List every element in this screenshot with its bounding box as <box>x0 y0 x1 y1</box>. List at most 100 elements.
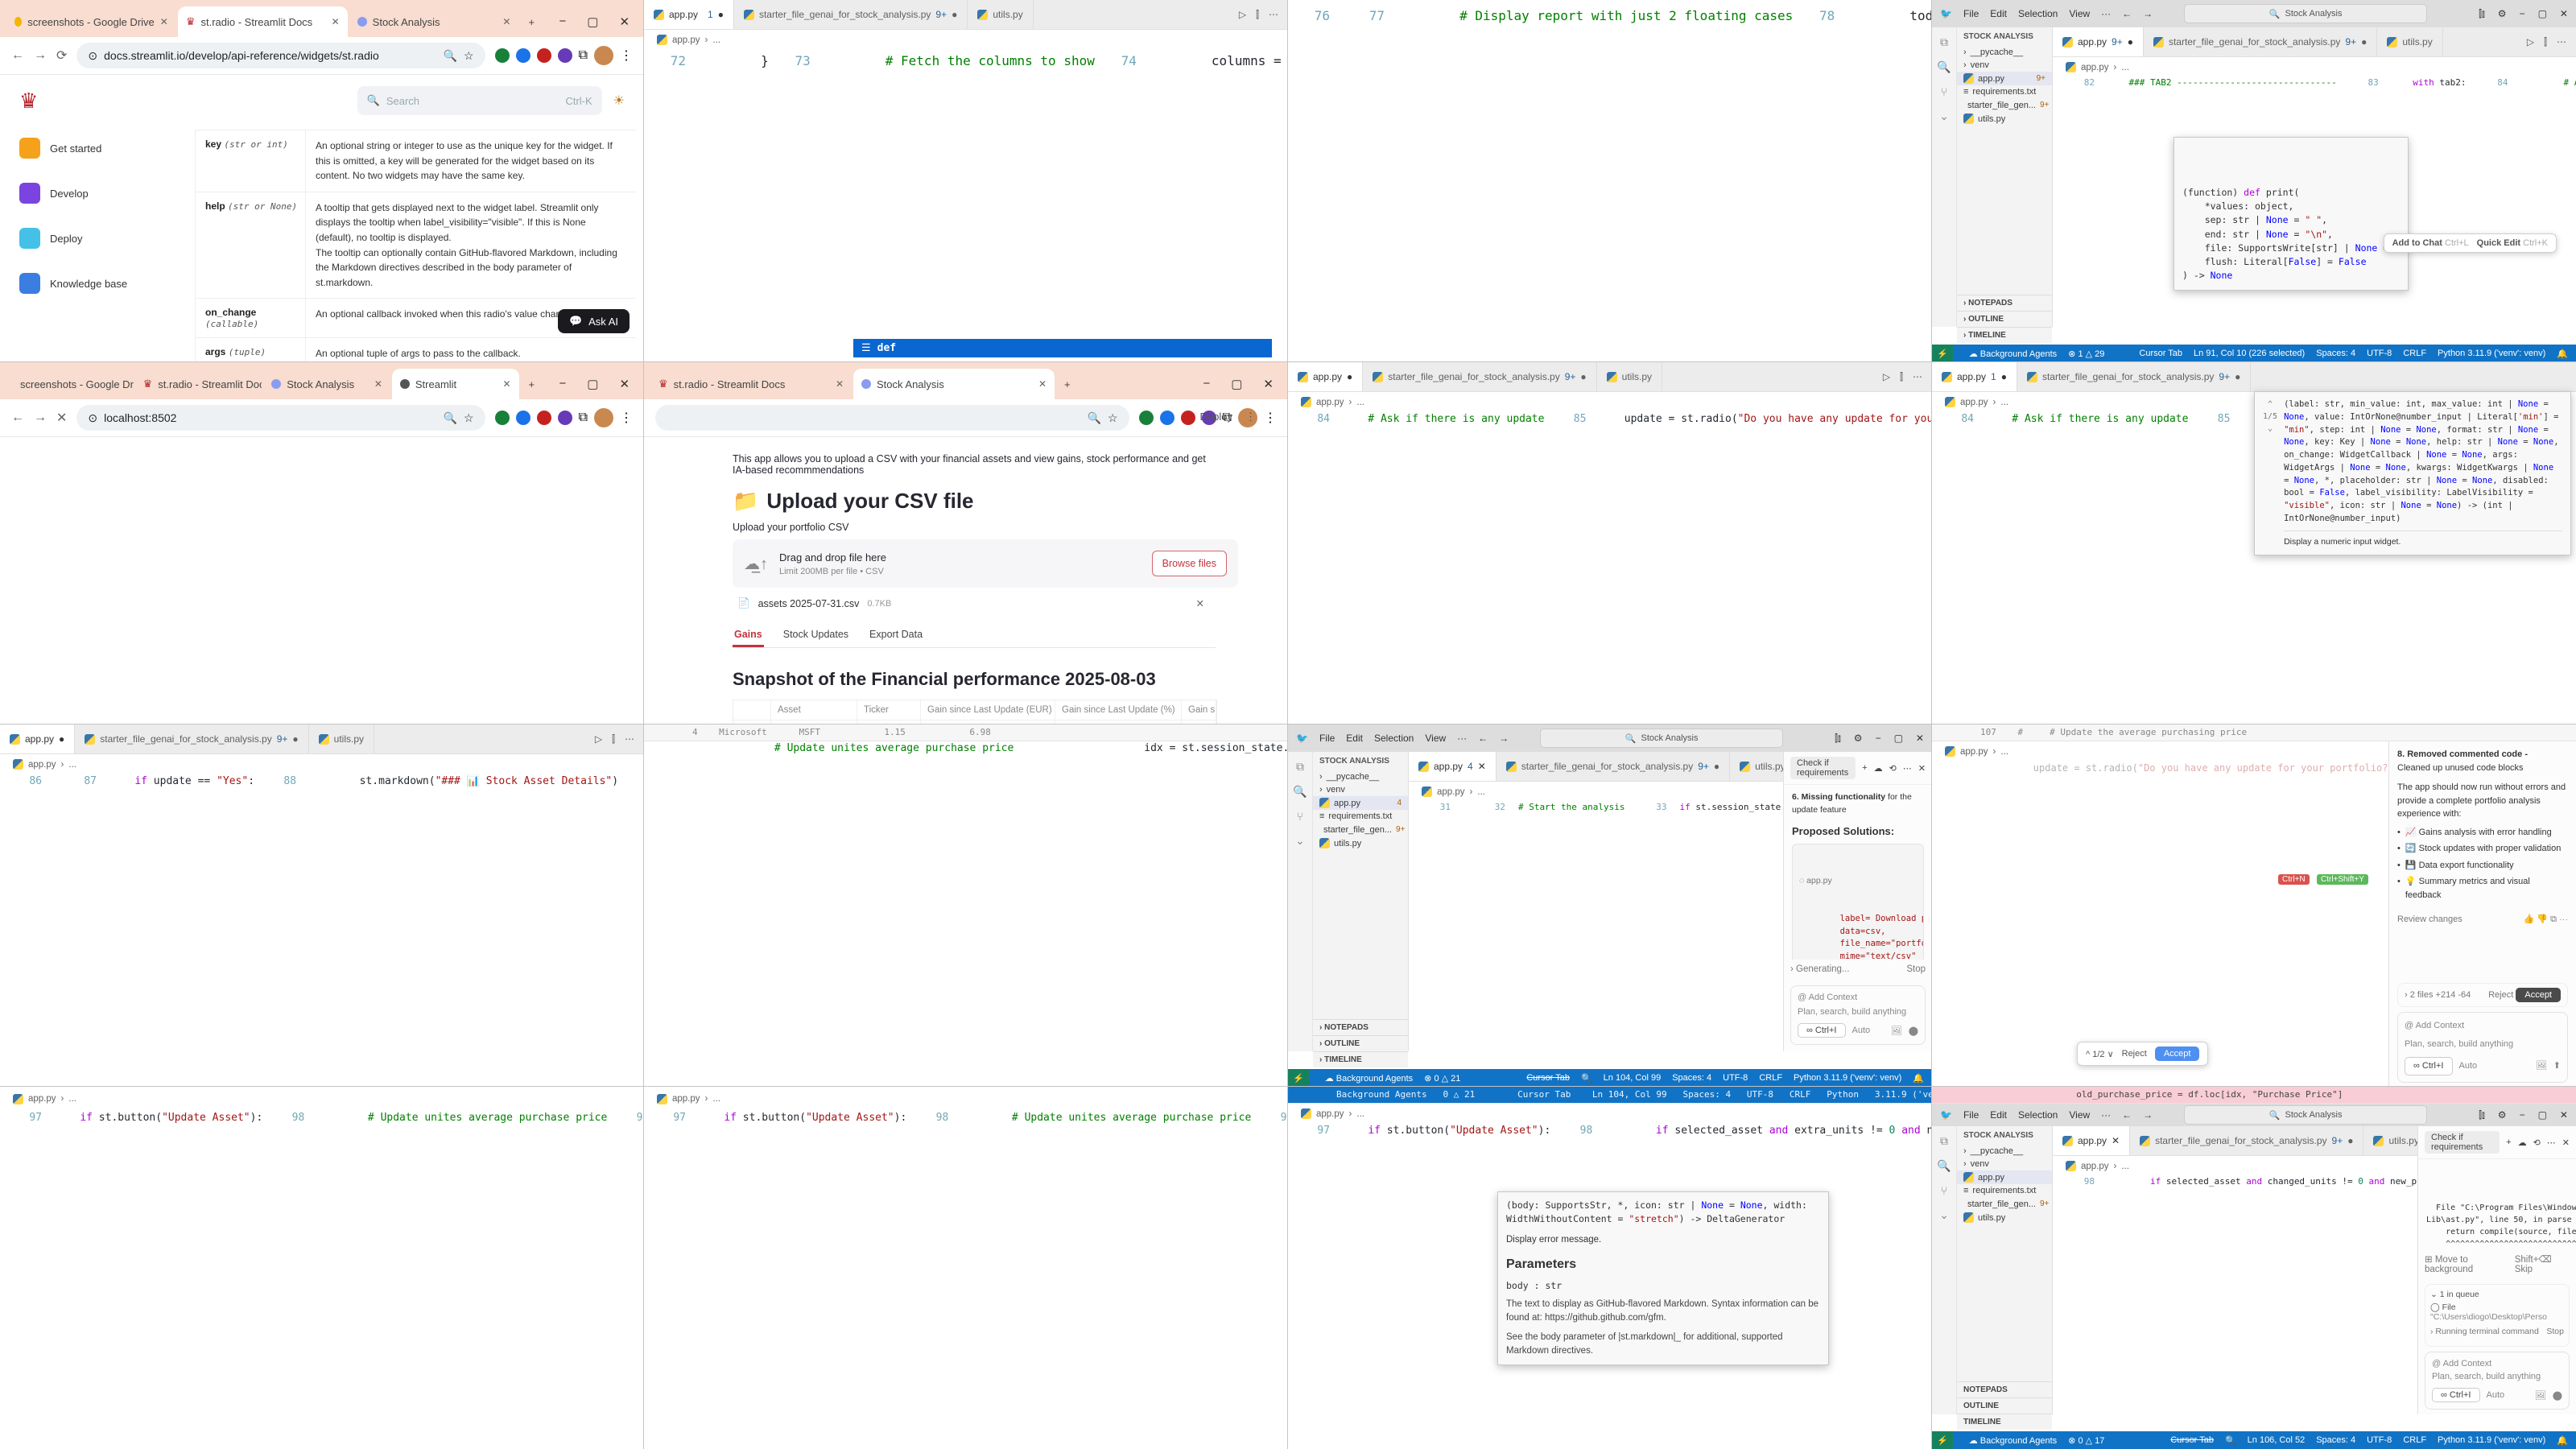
close-icon[interactable]: ✕ <box>619 377 630 391</box>
tab-stock-updates[interactable]: Stock Updates <box>782 624 850 647</box>
tab-starter-file[interactable]: starter_file_genai_for_stock_analysis.py… <box>2130 1126 2363 1155</box>
file-uploader[interactable]: ☁̲↑ Drag and drop file hereLimit 200MB p… <box>733 539 1238 588</box>
tab-google-drive[interactable]: screenshots - Google Drive✕ <box>6 6 176 37</box>
section-timeline[interactable]: › TIMELINE <box>1313 1051 1408 1067</box>
menu-edit[interactable]: Edit <box>1990 8 2007 19</box>
docs-search[interactable]: 🔍SearchCtrl-K <box>357 86 602 115</box>
encoding[interactable]: UTF-8 <box>2367 1435 2392 1446</box>
new-tab-button[interactable]: + <box>521 369 558 399</box>
extensions-icon[interactable]: ⧉ <box>579 48 588 63</box>
indentation[interactable]: Spaces: 4 <box>1672 1073 1711 1084</box>
diff-accept-chip[interactable]: Ctrl+Shift+Y <box>2317 874 2368 885</box>
more-actions-icon[interactable]: ⋯ <box>625 733 634 745</box>
minimize-icon[interactable]: − <box>559 377 567 391</box>
file-app-py[interactable]: app.py <box>1957 1170 2052 1184</box>
maximize-icon[interactable]: ▢ <box>2538 8 2547 20</box>
deploy-button[interactable]: Deploy <box>1200 411 1232 423</box>
bell-icon[interactable]: 🔔 <box>1913 1073 1924 1084</box>
zoom-icon[interactable]: 🔍 <box>1581 1073 1592 1084</box>
bell-icon[interactable]: 🔔 <box>2557 349 2568 359</box>
code-area[interactable]: 97 if st.button("Update Asset"):98 # Upd… <box>0 1111 644 1126</box>
gains-table[interactable]: Asset Ticker Gain since Last Update (EUR… <box>733 700 1217 724</box>
breadcrumb[interactable]: app.py <box>672 35 700 45</box>
nav-forward-icon[interactable]: → <box>2143 1109 2153 1121</box>
sidebar-item-deploy[interactable]: Deploy <box>19 228 188 249</box>
nav-back-icon[interactable]: ← <box>2122 1109 2132 1121</box>
tab-starter-file[interactable]: starter_file_genai_for_stock_analysis.py… <box>1496 752 1730 781</box>
explorer-icon[interactable]: ⧉ <box>1940 35 1948 49</box>
ext-icon[interactable] <box>1139 411 1154 425</box>
run-icon[interactable]: ▷ <box>595 733 602 745</box>
sidebar-item-knowledge-base[interactable]: Knowledge base <box>19 273 188 294</box>
explorer-header[interactable]: STOCK ANALYSIS <box>1957 27 2052 46</box>
split-editor-icon[interactable]: ⫿ <box>612 733 615 745</box>
section-outline[interactable]: › OUTLINE <box>1313 1035 1408 1051</box>
sidebar-item-get-started[interactable]: Get started <box>19 138 188 159</box>
menu-view[interactable]: View <box>2069 8 2090 19</box>
close-icon[interactable]: ✕ <box>619 14 630 29</box>
image-icon[interactable]: 🖼 <box>2536 1059 2547 1073</box>
code-area[interactable]: 8687 if update == "Yes":88 st.markdown("… <box>0 774 644 849</box>
zoom-icon[interactable]: 🔍 <box>444 411 457 425</box>
breadcrumb[interactable]: app.py <box>1316 398 1344 407</box>
split-editor-icon[interactable]: ⫿ <box>1256 9 1259 21</box>
reject-button[interactable]: Reject <box>2122 1049 2147 1059</box>
theme-toggle-icon[interactable]: ☀ <box>613 93 625 109</box>
breadcrumb[interactable]: app.py <box>1316 1109 1344 1119</box>
cursor-position[interactable]: Ln 91, Col 10 (226 selected) <box>2194 349 2305 359</box>
tab-starter-file[interactable]: starter_file_genai_for_stock_analysis.py… <box>75 724 308 753</box>
more-icon[interactable]: ⋯ <box>2559 914 2568 924</box>
history-icon[interactable]: ⟲ <box>2533 1137 2541 1148</box>
section-notepads[interactable]: › NOTEPADS <box>1313 1019 1408 1035</box>
minimize-icon[interactable]: − <box>559 14 566 29</box>
run-icon[interactable]: ▷ <box>1239 9 1246 20</box>
cursor-tab-toggle[interactable]: Cursor Tab <box>2170 1435 2214 1446</box>
folder-venv[interactable]: › venv <box>1313 783 1408 796</box>
nav-forward-icon[interactable]: → <box>2143 8 2153 19</box>
file-starter[interactable]: starter_file_gen...9+ <box>1313 823 1408 836</box>
folder-pycache[interactable]: › __pycache__ <box>1957 1145 2052 1158</box>
zoom-icon[interactable]: 🔍 <box>444 49 457 63</box>
file-utils[interactable]: utils.py <box>1313 836 1408 850</box>
ext-icon[interactable] <box>537 48 551 63</box>
remote-icon[interactable]: ⚡ <box>1932 345 1953 362</box>
profile-avatar[interactable] <box>594 46 613 65</box>
language-mode[interactable]: Python 3.11.9 ('venv': venv) <box>2438 349 2545 359</box>
search-icon[interactable]: 🔍 <box>1937 60 1951 74</box>
image-icon[interactable]: 🖼 <box>2535 1390 2546 1401</box>
split-editor-icon[interactable]: ⫿ <box>2544 36 2547 48</box>
accept-button[interactable]: Accept <box>2155 1046 2200 1061</box>
section-timeline[interactable]: › TIMELINE <box>1957 327 2052 343</box>
ext-icon[interactable] <box>558 48 572 63</box>
settings-gear-icon[interactable]: ⚙ <box>2498 1109 2507 1121</box>
new-chat-icon[interactable]: + <box>1862 763 1867 773</box>
menu-selection[interactable]: Selection <box>1374 733 1414 744</box>
tab-app-py[interactable]: app.py4✕ <box>1409 752 1496 781</box>
bookmark-icon[interactable]: ☆ <box>1108 411 1118 425</box>
close-tab-icon[interactable]: ✕ <box>2112 1135 2120 1146</box>
run-icon[interactable]: ▷ <box>1883 371 1890 382</box>
file-app-py[interactable]: app.py9+ <box>1957 72 2052 85</box>
language-mode[interactable]: Python 3.11.9 ('venv': venv) <box>1794 1073 1901 1084</box>
mode-select[interactable]: Auto <box>2459 1059 2478 1073</box>
code-area[interactable]: 97 if st.button("Update Asset"):98 # Upd… <box>644 1111 1288 1126</box>
tab-utils-py[interactable]: utils.py <box>1597 362 1662 391</box>
chevron-down-icon[interactable]: ⌄ <box>1939 109 1949 123</box>
indentation[interactable]: Spaces: 4 <box>2316 1435 2355 1446</box>
code-area[interactable]: 7677 # Display report with just 2 floati… <box>1288 0 1932 27</box>
code-area[interactable]: 97 if st.button("Update Asset"):98 if se… <box>1288 1124 1932 1139</box>
problems-counter[interactable]: ⊗ 0 △ 21 <box>1424 1073 1460 1084</box>
menu-more[interactable]: ··· <box>2101 1109 2111 1121</box>
tab-app-py[interactable]: app.py1● <box>1932 362 2017 391</box>
breadcrumb[interactable]: app.py <box>1437 787 1465 797</box>
ext-icon[interactable] <box>537 411 551 425</box>
encoding[interactable]: UTF-8 <box>2367 349 2392 359</box>
thumbs-down-icon[interactable]: 👎 <box>2537 914 2548 924</box>
close-tab-icon[interactable]: ✕ <box>502 16 510 27</box>
breadcrumb[interactable]: app.py <box>28 760 56 770</box>
zoom-icon[interactable]: 🔍 <box>1088 411 1101 425</box>
url-bar[interactable]: ⊙localhost:8502🔍☆ <box>76 405 485 431</box>
scm-icon[interactable]: ⑂ <box>1297 810 1303 823</box>
review-changes[interactable]: Review changes <box>2397 913 2462 927</box>
split-editor-icon[interactable]: ⫿ <box>1900 371 1903 383</box>
